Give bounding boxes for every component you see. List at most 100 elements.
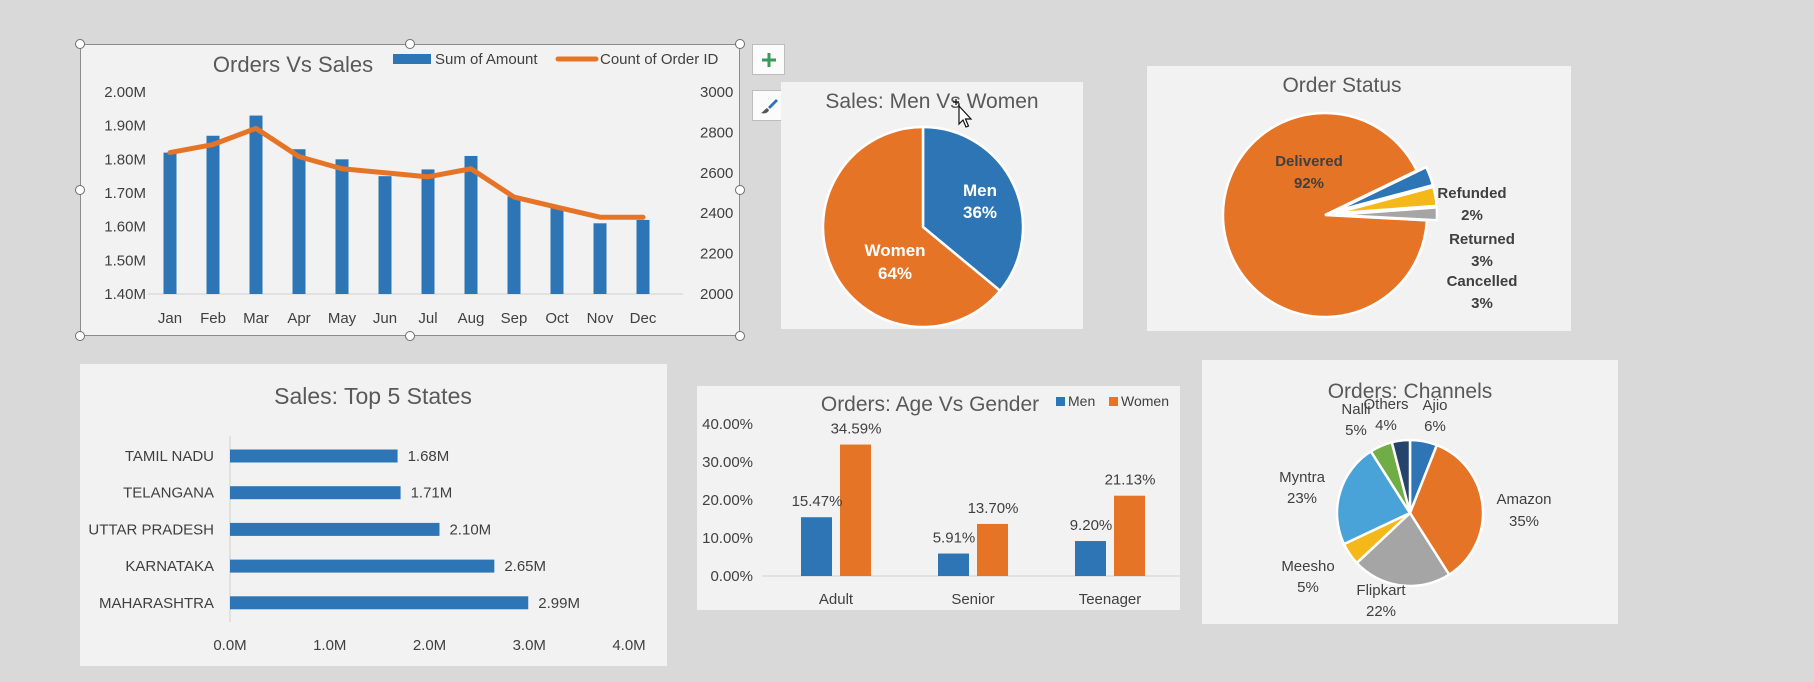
x-tick-jan: Jan bbox=[158, 310, 182, 327]
bar-amount-feb bbox=[206, 135, 220, 294]
bar-amount-sep bbox=[507, 196, 521, 294]
resize-handle-bottom-middle[interactable] bbox=[405, 331, 415, 341]
age-vs-gender-svg: Orders: Age Vs Gender Men Women 40.00% 30.00… bbox=[702, 393, 1180, 608]
x-tick-feb: Feb bbox=[200, 310, 226, 327]
bar-amount-jul bbox=[421, 169, 435, 294]
label-cancelled-pct: 3% bbox=[1471, 295, 1493, 312]
bar-karnataka bbox=[230, 559, 495, 573]
value-label: 2.99M bbox=[538, 595, 580, 612]
y-axis-tick: 20.00% bbox=[702, 492, 753, 509]
legend-label-women: Women bbox=[1121, 393, 1169, 409]
legend-label-amount: Sum of Amount bbox=[435, 51, 538, 68]
x-tick-teenager: Teenager bbox=[1079, 591, 1142, 608]
bar-women-teenager bbox=[1114, 495, 1145, 576]
bar-women-adult bbox=[840, 444, 871, 576]
legend-swatch-men bbox=[1056, 397, 1065, 406]
x-axis-tick: 3.0M bbox=[513, 637, 546, 654]
resize-handle-middle-right[interactable] bbox=[735, 185, 745, 195]
label-ajio: Ajio bbox=[1422, 397, 1447, 414]
bar-amount-dec bbox=[636, 219, 650, 294]
x-tick-senior: Senior bbox=[951, 591, 994, 608]
label-returned: Returned bbox=[1449, 231, 1515, 248]
men-vs-women-chart[interactable]: Sales: Men Vs Women Men 36% Women 64% bbox=[781, 82, 1083, 329]
right-axis-tick: 2200 bbox=[700, 246, 733, 263]
y-axis-tick: 30.00% bbox=[702, 454, 753, 471]
age-vs-gender-chart[interactable]: Orders: Age Vs Gender Men Women 40.00% 30.00… bbox=[697, 386, 1180, 610]
resize-handle-bottom-right[interactable] bbox=[735, 331, 745, 341]
bar-amount-oct bbox=[550, 206, 564, 294]
category-label: TELANGANA bbox=[123, 485, 214, 502]
bar-men-adult bbox=[801, 517, 832, 576]
value-label: 2.65M bbox=[504, 558, 546, 575]
label-refunded: Refunded bbox=[1437, 185, 1506, 202]
chart-title: Sales: Top 5 States bbox=[274, 383, 472, 409]
resize-handle-top-right[interactable] bbox=[735, 39, 745, 49]
bar-telangana bbox=[230, 486, 401, 500]
x-tick-oct: Oct bbox=[545, 310, 569, 327]
label-meesho-pct: 5% bbox=[1297, 579, 1319, 596]
bar-amount-apr bbox=[292, 149, 306, 294]
left-axis-tick: 2.00M bbox=[104, 84, 146, 101]
top-states-svg: Sales: Top 5 States TAMIL NADU 1.68M TELANG… bbox=[88, 383, 645, 654]
x-tick-dec: Dec bbox=[630, 310, 657, 327]
right-axis-tick: 3000 bbox=[700, 84, 733, 101]
label-women-pct: 64% bbox=[878, 264, 912, 283]
label-cancelled: Cancelled bbox=[1447, 273, 1518, 290]
x-axis-tick: 0.0M bbox=[213, 637, 246, 654]
label-delivered-pct: 92% bbox=[1294, 175, 1324, 192]
bar-amount-may bbox=[335, 159, 349, 294]
resize-handle-middle-left[interactable] bbox=[75, 185, 85, 195]
chart-elements-button[interactable] bbox=[752, 44, 785, 75]
label-women: Women bbox=[864, 241, 925, 260]
order-status-chart[interactable]: Order Status Delivered 92% Refunded 2% Return… bbox=[1147, 66, 1571, 331]
channels-chart[interactable]: Orders: Channels Ajio 6% Amazon 35% Flipkart 2… bbox=[1202, 360, 1618, 624]
chart-title: Orders: Channels bbox=[1328, 380, 1493, 403]
y-axis-tick: 40.00% bbox=[702, 416, 753, 433]
resize-handle-top-middle[interactable] bbox=[405, 39, 415, 49]
x-tick-sep: Sep bbox=[501, 310, 528, 327]
orders-vs-sales-chart[interactable]: Orders Vs Sales Sum of Amount Count of Ord… bbox=[80, 44, 740, 336]
x-axis-tick: 2.0M bbox=[413, 637, 446, 654]
bar-amount-nov bbox=[593, 223, 607, 294]
label-refunded-pct: 2% bbox=[1461, 207, 1483, 224]
x-tick-mar: Mar bbox=[243, 310, 269, 327]
bar-amount-aug bbox=[464, 155, 478, 294]
left-axis-tick: 1.80M bbox=[104, 151, 146, 168]
resize-handle-bottom-left[interactable] bbox=[75, 331, 85, 341]
plus-icon bbox=[761, 52, 776, 67]
label-meesho: Meesho bbox=[1281, 558, 1334, 575]
x-tick-apr: Apr bbox=[287, 310, 310, 327]
right-axis-tick: 2800 bbox=[700, 124, 733, 141]
label-others: Others bbox=[1363, 396, 1408, 413]
channels-svg: Orders: ChannelsAjio 6% Amazon 35% Flipkart 2… bbox=[1279, 380, 1551, 620]
legend-label-men: Men bbox=[1068, 393, 1095, 409]
x-tick-aug: Aug bbox=[458, 310, 485, 327]
bar-uttar-pradesh bbox=[230, 522, 440, 536]
legend-label-orders: Count of Order ID bbox=[600, 51, 719, 68]
bar-women-senior bbox=[977, 523, 1008, 576]
label-delivered: Delivered bbox=[1275, 153, 1343, 170]
chart-title: Orders: Age Vs Gender bbox=[821, 393, 1039, 416]
orders-vs-sales-svg: Orders Vs Sales Sum of Amount Count of Ord… bbox=[104, 51, 733, 327]
top-states-chart[interactable]: Sales: Top 5 States TAMIL NADU 1.68M TELANG… bbox=[80, 364, 667, 666]
left-axis-tick: 1.40M bbox=[104, 286, 146, 303]
value-label: 2.10M bbox=[449, 521, 491, 538]
legend-swatch-amount bbox=[393, 54, 431, 64]
chart-title: Orders Vs Sales bbox=[213, 52, 373, 77]
bar-tamil-nadu bbox=[230, 449, 398, 463]
left-axis-tick: 1.90M bbox=[104, 118, 146, 135]
x-tick-adult: Adult bbox=[819, 591, 854, 608]
resize-handle-top-left[interactable] bbox=[75, 39, 85, 49]
label-flipkart-pct: 22% bbox=[1366, 603, 1396, 620]
x-tick-jul: Jul bbox=[418, 310, 437, 327]
label-myntra: Myntra bbox=[1279, 469, 1326, 486]
y-axis-tick: 0.00% bbox=[710, 568, 753, 585]
bar-amount-jun bbox=[378, 176, 392, 294]
x-axis-tick: 1.0M bbox=[313, 637, 346, 654]
data-label-men: 5.91% bbox=[933, 530, 976, 547]
label-nalli-pct: 5% bbox=[1345, 422, 1367, 439]
category-label: KARNATAKA bbox=[125, 558, 214, 575]
data-label-men: 15.47% bbox=[792, 493, 843, 510]
category-label: TAMIL NADU bbox=[125, 448, 214, 465]
order-status-svg: Order Status Delivered 92% Refunded 2% Return… bbox=[1221, 74, 1518, 319]
